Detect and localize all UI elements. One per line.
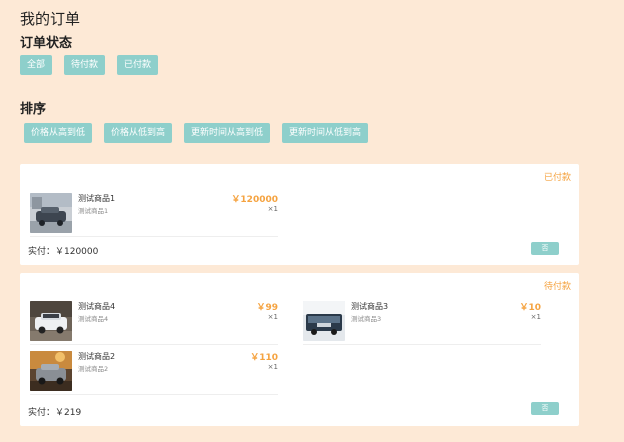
product-subtitle: 测试商品4 <box>78 315 109 323</box>
product-subtitle: 测试商品2 <box>78 365 109 373</box>
sort-section-title: 排序 <box>20 102 47 117</box>
order-total: 实付：￥219 <box>28 408 82 418</box>
order-item[interactable]: 测试商品4 测试商品4 ￥99 ×1 <box>30 297 278 345</box>
product-name: 测试商品2 <box>78 352 116 361</box>
product-thumbnail <box>30 351 72 391</box>
sort-price-desc-button[interactable]: 价格从高到低 <box>24 123 93 143</box>
order-total: 实付：￥120000 <box>28 247 99 257</box>
product-price: ￥120000 <box>231 195 278 205</box>
product-name: 测试商品3 <box>351 302 389 311</box>
product-price: ￥110 <box>250 353 278 363</box>
sort-bar: 价格从高到低 价格从低到高 更新时间从高到低 更新时间从低到高 <box>24 123 380 143</box>
sort-price-asc-button[interactable]: 价格从低到高 <box>104 123 173 143</box>
product-price: ￥99 <box>256 303 278 313</box>
product-quantity: ×1 <box>267 363 278 371</box>
order-action-button[interactable]: 否 <box>531 242 559 255</box>
page-title: 我的订单 <box>20 10 81 28</box>
product-name: 测试商品1 <box>78 194 116 203</box>
filter-unpaid-button[interactable]: 待付款 <box>64 55 106 75</box>
sort-time-desc-button[interactable]: 更新时间从高到低 <box>184 123 271 143</box>
product-subtitle: 测试商品1 <box>78 207 109 215</box>
filter-all-button[interactable]: 全部 <box>20 55 53 75</box>
product-name: 测试商品4 <box>78 302 116 311</box>
product-quantity: ×1 <box>267 205 278 213</box>
product-quantity: ×1 <box>267 313 278 321</box>
product-thumbnail <box>30 193 72 233</box>
order-item[interactable]: 测试商品1 测试商品1 ￥120000 ×1 <box>30 189 278 237</box>
order-action-button[interactable]: 否 <box>531 402 559 415</box>
product-price: ￥10 <box>519 303 541 313</box>
order-status: 待付款 <box>543 282 571 292</box>
product-thumbnail <box>303 301 345 341</box>
order-item[interactable]: 测试商品3 测试商品3 ￥10 ×1 <box>303 297 541 345</box>
filter-paid-button[interactable]: 已付款 <box>117 55 159 75</box>
order-status: 已付款 <box>543 173 571 183</box>
product-subtitle: 测试商品3 <box>351 315 382 323</box>
status-section-title: 订单状态 <box>20 36 73 51</box>
status-filter-bar: 全部 待付款 已付款 <box>20 55 170 75</box>
product-thumbnail <box>30 301 72 341</box>
order-card: 待付款 测试商品4 测试商品4 ￥99 ×1 测试商品3 测试商品3 ￥10 ×… <box>20 273 579 426</box>
sort-time-asc-button[interactable]: 更新时间从低到高 <box>282 123 369 143</box>
product-quantity: ×1 <box>530 313 541 321</box>
order-item[interactable]: 测试商品2 测试商品2 ￥110 ×1 <box>30 347 278 395</box>
order-card: 已付款 测试商品1 测试商品1 ￥120000 ×1 实付：￥120000 否 <box>20 164 579 265</box>
